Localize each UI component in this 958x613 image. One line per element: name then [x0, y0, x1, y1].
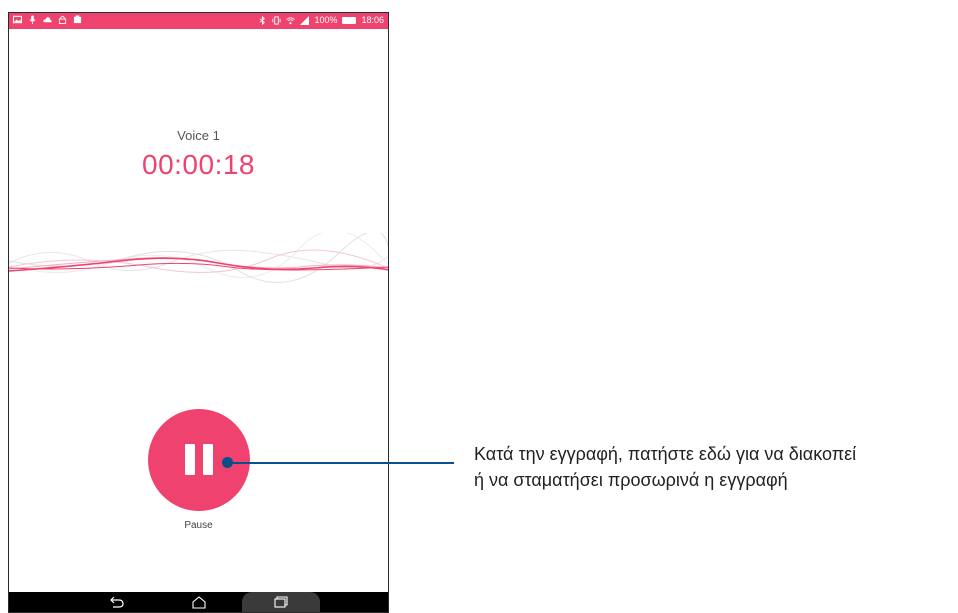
battery-percent: 100% — [314, 15, 338, 25]
recording-timer: 00:00:18 — [142, 149, 255, 180]
home-icon — [192, 595, 206, 609]
pause-icon-right-bar — [203, 444, 213, 475]
callout-text: Κατά την εγγραφή, πατήστε εδώ για να δια… — [474, 441, 958, 493]
system-icons: 100% 18:06 — [258, 15, 384, 25]
vibrate-icon — [272, 15, 281, 25]
recording-title: Voice 1 — [177, 128, 220, 143]
callout-line-1: Κατά την εγγραφή, πατήστε εδώ για να δια… — [474, 444, 857, 464]
tablet-screen: 100% 18:06 Voice 1 00:00:18 Pause — [8, 12, 389, 613]
lock-icon — [58, 15, 67, 24]
back-button[interactable] — [105, 592, 129, 612]
signal-icon — [300, 15, 310, 25]
wifi-icon — [286, 16, 296, 25]
pause-label: Pause — [184, 520, 213, 531]
pause-icon-left-bar — [185, 444, 195, 475]
app-icon — [73, 15, 82, 24]
back-icon — [110, 596, 124, 608]
mic-icon — [28, 15, 37, 24]
battery-icon — [342, 16, 357, 24]
navigation-bar — [9, 592, 388, 612]
recent-apps-icon — [274, 596, 288, 608]
callout-dot — [222, 457, 233, 468]
cloud-icon — [43, 15, 52, 24]
callout-line — [227, 462, 454, 464]
status-bar: 100% 18:06 — [9, 13, 388, 29]
callout-line-2: ή να σταματήσει προσωρινά η εγγραφή — [474, 470, 788, 490]
pause-button[interactable] — [148, 409, 250, 511]
clock: 18:06 — [361, 15, 384, 25]
home-button[interactable] — [187, 592, 211, 612]
notification-icons — [13, 15, 82, 24]
waveform — [9, 233, 388, 284]
recent-apps-button[interactable] — [242, 592, 320, 612]
bluetooth-icon — [258, 15, 267, 25]
image-icon — [13, 15, 22, 24]
